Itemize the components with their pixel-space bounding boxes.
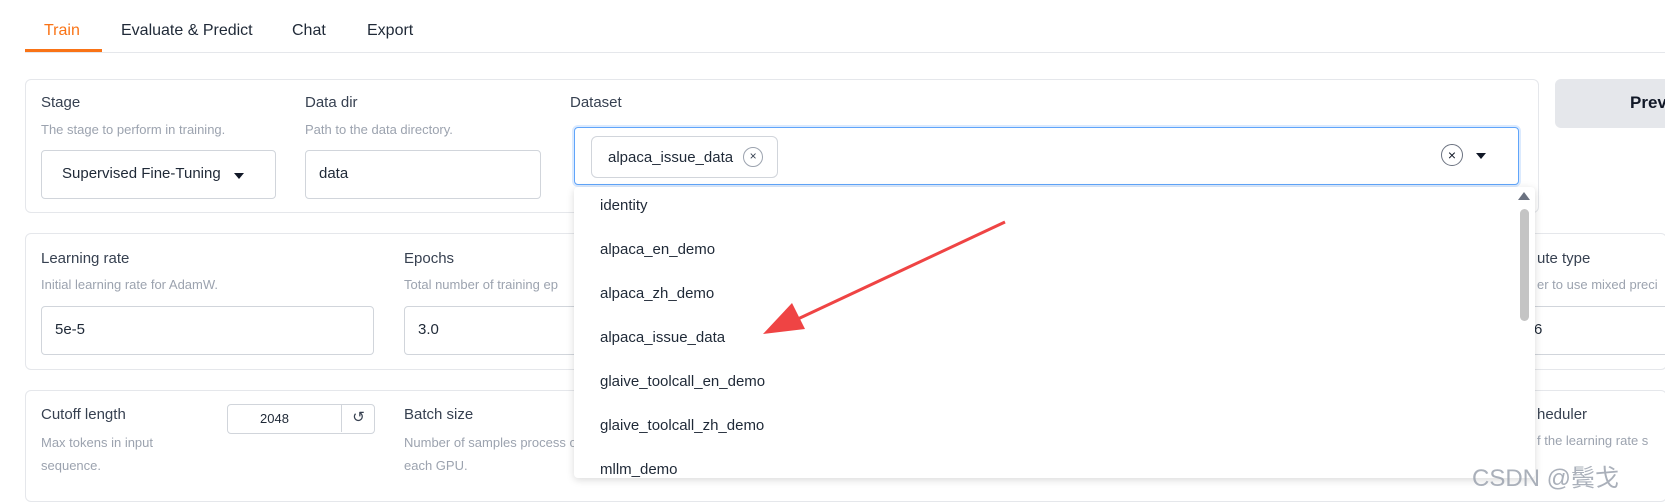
watermark: CSDN @鬓戈	[1472, 465, 1620, 492]
annotation-arrow-icon	[763, 220, 1006, 334]
